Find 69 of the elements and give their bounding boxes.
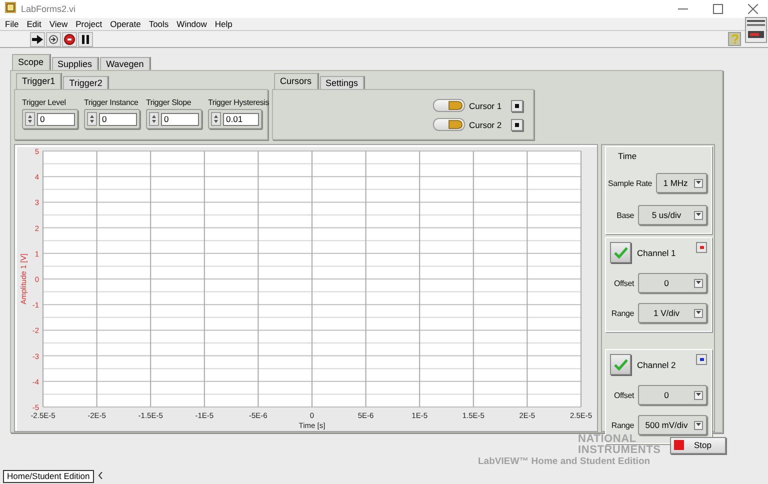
enable-checkbox[interactable]: [610, 242, 631, 263]
dropdown-ring[interactable]: 5 us/div: [638, 205, 707, 225]
menu-item[interactable]: Help: [214, 19, 232, 29]
run-arrow-icon[interactable]: [30, 32, 45, 46]
cursor-style-button[interactable]: [511, 118, 523, 130]
tab[interactable]: Wavegen: [100, 57, 150, 70]
menu-item[interactable]: Operate: [110, 19, 141, 29]
field-label: Base: [616, 210, 634, 220]
numeric-control[interactable]: 0: [22, 109, 78, 129]
numeric-control[interactable]: 0.01: [208, 109, 262, 129]
field-label: Sample Rate: [608, 178, 652, 188]
dropdown-ring[interactable]: 500 mV/div: [638, 415, 707, 435]
channel-label: Channel 2: [637, 360, 677, 370]
toggle-thumb[interactable]: [448, 119, 464, 130]
cursor-label: Cursor 2: [469, 120, 503, 130]
watermark-text: LabVIEW™ Home and Student Edition: [478, 456, 652, 467]
menu-item[interactable]: View: [49, 19, 68, 29]
menu-item[interactable]: Edit: [26, 19, 42, 29]
channel-color-button[interactable]: [696, 354, 707, 365]
tab[interactable]: Trigger1: [16, 73, 62, 89]
tab[interactable]: Trigger2: [63, 76, 108, 89]
window-title: LabForms2.vi: [21, 4, 77, 14]
menu-item[interactable]: File: [5, 19, 19, 29]
menu-item[interactable]: Tools: [148, 19, 169, 29]
tab[interactable]: Scope: [12, 54, 50, 70]
tab[interactable]: Supplies: [52, 57, 98, 70]
square-icon: [515, 122, 519, 126]
run-continuously-icon[interactable]: [46, 32, 61, 46]
dropdown-ring[interactable]: 0: [638, 273, 707, 293]
cursor-label: Cursor 1: [469, 100, 503, 110]
spin-buttons-icon[interactable]: [211, 112, 221, 126]
pause-icon[interactable]: [78, 32, 93, 46]
dropdown-ring[interactable]: 1 MHz: [656, 173, 707, 193]
abort-icon[interactable]: [62, 32, 77, 46]
toggle-switch[interactable]: [433, 118, 465, 131]
field-label: Trigger Instance: [84, 98, 138, 107]
field-label: Range: [611, 308, 634, 318]
field-label: Range: [611, 420, 634, 430]
spin-buttons-icon[interactable]: [149, 112, 159, 126]
numeric-control[interactable]: 0: [84, 109, 140, 129]
stop-button[interactable]: Stop: [670, 436, 726, 454]
toggle-switch[interactable]: [433, 99, 465, 112]
spin-buttons-icon[interactable]: [87, 112, 97, 126]
field-label: Offset: [614, 390, 634, 400]
cursor-style-button[interactable]: [511, 100, 523, 112]
menu-item[interactable]: Window: [176, 19, 207, 29]
checkmark-icon: [614, 358, 628, 370]
channel-color-button[interactable]: [696, 242, 707, 253]
scroll-left-icon[interactable]: [98, 471, 103, 481]
spin-buttons-icon[interactable]: [25, 112, 35, 126]
field-label: Trigger Hysteresis: [208, 98, 270, 107]
tab[interactable]: Settings: [320, 76, 364, 89]
channel-label: Channel 1: [637, 248, 677, 258]
toggle-thumb[interactable]: [448, 100, 464, 111]
field-label: Trigger Slope: [146, 98, 192, 107]
edition-label: Home/Student Edition: [3, 470, 94, 482]
numeric-control[interactable]: 0: [146, 109, 202, 129]
menu-item[interactable]: Project: [76, 19, 102, 29]
dropdown-ring[interactable]: 1 V/div: [638, 303, 707, 323]
dropdown-ring[interactable]: 0: [638, 385, 707, 405]
enable-checkbox[interactable]: [610, 354, 631, 375]
square-icon: [515, 104, 519, 108]
group-title: Time: [617, 151, 638, 161]
stop-icon: [674, 440, 684, 450]
checkmark-icon: [614, 246, 628, 258]
watermark-brand: NATIONAL INSTRUMENTS: [578, 434, 662, 456]
field-label: Offset: [614, 278, 634, 288]
field-label: Trigger Level: [22, 98, 66, 107]
tab[interactable]: Cursors: [274, 73, 318, 89]
